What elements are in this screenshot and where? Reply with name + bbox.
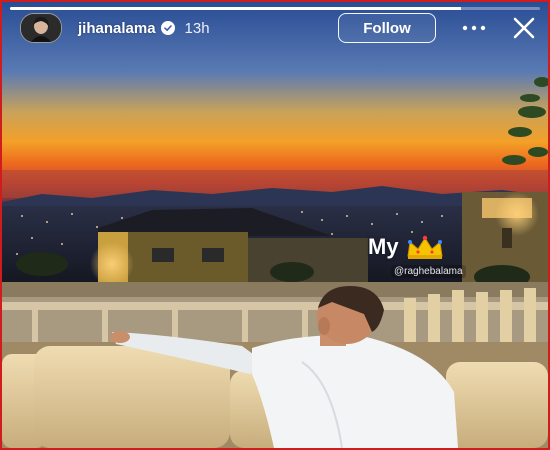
story-header: jihanalama 13h Follow xyxy=(20,12,538,44)
story-text-sticker[interactable]: My xyxy=(368,234,445,260)
story-progress-bar xyxy=(10,7,540,10)
follow-button[interactable]: Follow xyxy=(338,13,436,43)
story-progress-fill xyxy=(10,7,461,10)
avatar[interactable] xyxy=(20,13,62,43)
posted-time: 13h xyxy=(184,19,210,37)
username[interactable]: jihanalama xyxy=(78,20,156,37)
sticker-text: My xyxy=(368,234,399,259)
crown-icon xyxy=(405,234,445,260)
more-options-icon[interactable] xyxy=(462,18,486,38)
story-frame: jihanalama 13h Follow My @raghebalama xyxy=(0,0,550,450)
mention-tag[interactable]: @raghebalama xyxy=(391,265,466,278)
verified-badge-icon xyxy=(160,21,175,35)
story-photo xyxy=(2,2,548,448)
close-icon[interactable] xyxy=(510,14,538,42)
